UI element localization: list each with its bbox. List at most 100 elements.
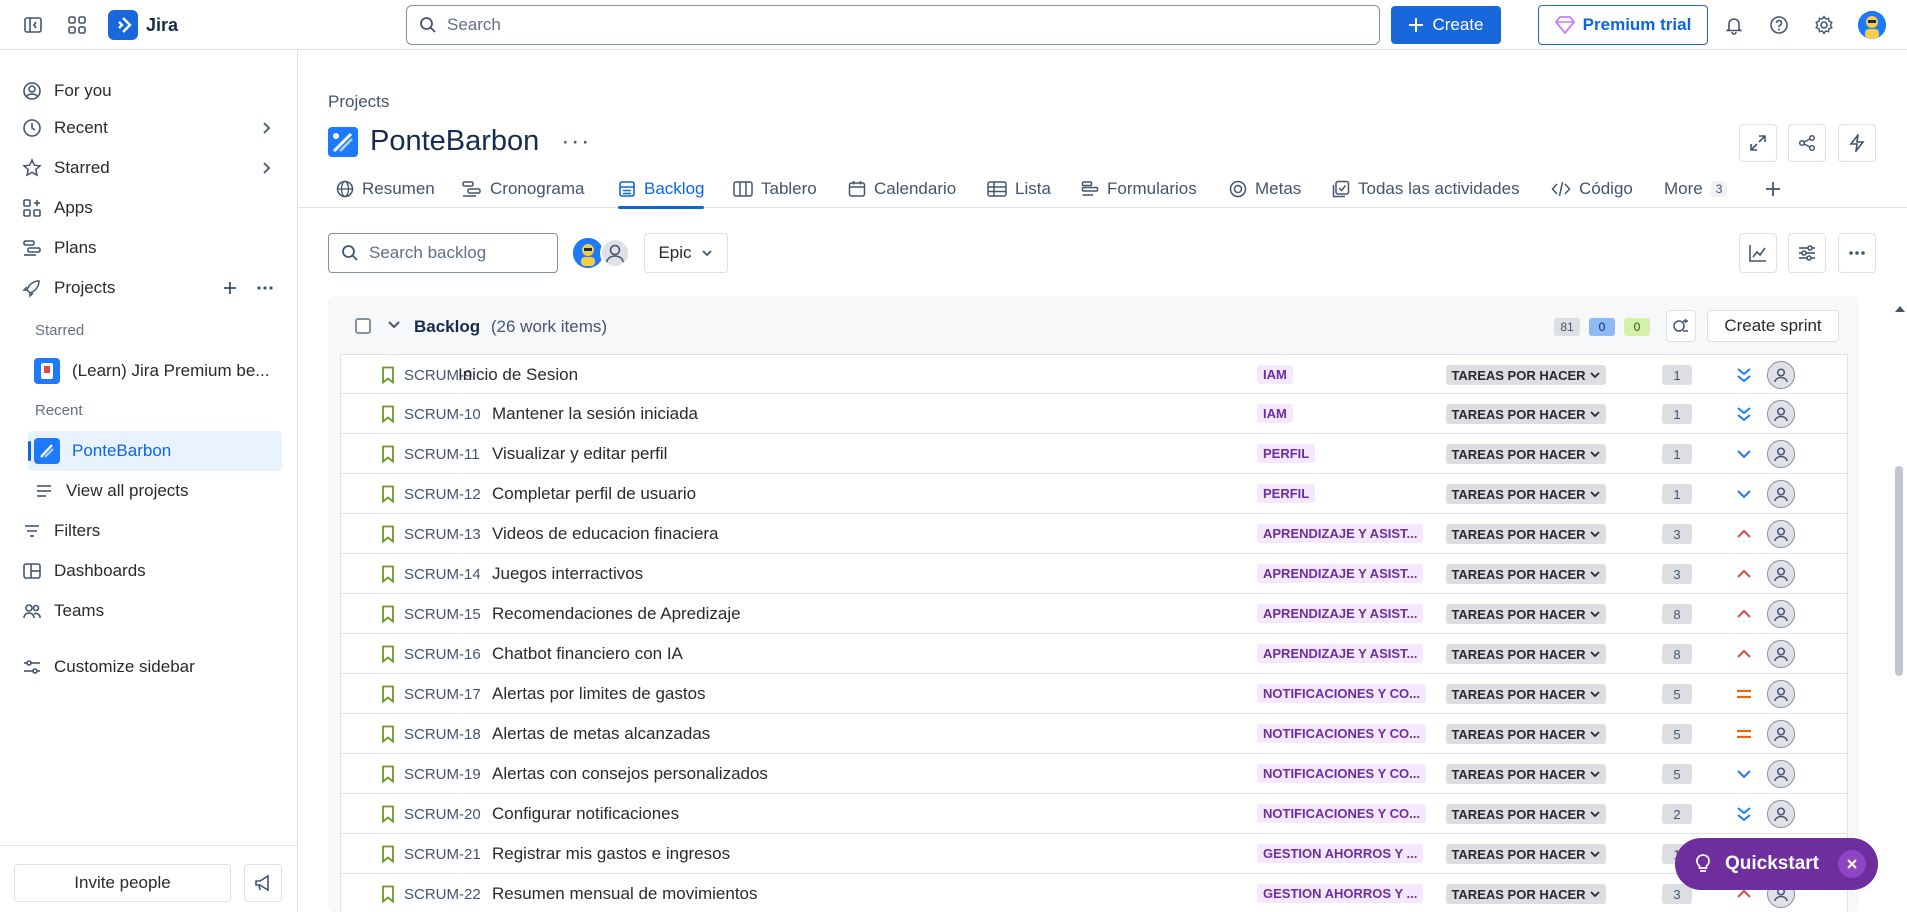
- add-tab-plus-icon[interactable]: [1764, 170, 1782, 208]
- unassigned-avatar-icon[interactable]: [1767, 480, 1795, 508]
- status-dropdown[interactable]: TAREAS POR HACER: [1446, 764, 1606, 784]
- story-points-badge[interactable]: 5: [1662, 684, 1692, 704]
- sidebar-item-for-you[interactable]: For you: [16, 71, 282, 111]
- chevron-down-icon[interactable]: [386, 316, 402, 332]
- status-dropdown[interactable]: TAREAS POR HACER: [1446, 804, 1606, 824]
- issue-key[interactable]: SCRUM-12: [404, 486, 481, 503]
- issue-summary[interactable]: Videos de educacion finaciera: [492, 524, 719, 544]
- story-points-badge[interactable]: 1: [1662, 484, 1692, 504]
- table-row[interactable]: SCRUM-11 Visualizar y editar perfil PERFIL…: [340, 434, 1848, 474]
- epic-filter-dropdown[interactable]: Epic: [644, 233, 728, 273]
- issue-summary[interactable]: Juegos interractivos: [492, 564, 643, 584]
- view-settings-icon[interactable]: [1788, 233, 1826, 273]
- status-dropdown[interactable]: TAREAS POR HACER: [1446, 564, 1606, 584]
- table-row[interactable]: SCRUM-12 Completar perfil de usuario PERFI…: [340, 474, 1848, 514]
- invite-people-button[interactable]: Invite people: [14, 864, 231, 902]
- backlog-search-input[interactable]: Search backlog: [328, 233, 558, 273]
- unassigned-avatar-icon[interactable]: [1767, 600, 1795, 628]
- tab-formularios[interactable]: Formularios: [1081, 170, 1197, 208]
- chevron-right-icon[interactable]: [258, 160, 274, 176]
- table-row[interactable]: SCRUM-13 Videos de educacion finaciera APR…: [340, 514, 1848, 554]
- sidebar-view-all-projects[interactable]: View all projects: [28, 471, 282, 511]
- epic-lozenge[interactable]: NOTIFICACIONES Y CO...: [1257, 804, 1426, 823]
- unassigned-avatar-icon[interactable]: [1767, 680, 1795, 708]
- issue-key[interactable]: SCRUM-15: [404, 606, 481, 623]
- status-dropdown[interactable]: TAREAS POR HACER: [1446, 884, 1606, 904]
- issue-summary[interactable]: Alertas por limites de gastos: [492, 684, 706, 704]
- story-points-badge[interactable]: 2: [1662, 804, 1692, 824]
- avatar-filter-unassigned[interactable]: [600, 238, 630, 268]
- issue-summary[interactable]: Recomendaciones de Apredizaje: [492, 604, 741, 624]
- notifications-bell-icon[interactable]: [1721, 12, 1747, 38]
- issue-key[interactable]: SCRUM-19: [404, 766, 481, 783]
- unassigned-avatar-icon[interactable]: [1767, 720, 1795, 748]
- tab-tablero[interactable]: Tablero: [733, 170, 817, 208]
- table-row[interactable]: SCRUM-19 Alertas con consejos personaliza…: [340, 754, 1848, 794]
- sidebar-item-teams[interactable]: Teams: [16, 591, 282, 631]
- epic-lozenge[interactable]: NOTIFICACIONES Y CO...: [1257, 724, 1426, 743]
- epic-lozenge[interactable]: APRENDIZAJE Y ASIST...: [1257, 564, 1424, 583]
- app-switcher-icon[interactable]: [64, 12, 90, 38]
- issue-summary[interactable]: Mantener la sesión iniciada: [492, 404, 698, 424]
- fullscreen-icon[interactable]: [1739, 124, 1777, 162]
- issue-key[interactable]: SCRUM-18: [404, 726, 481, 743]
- epic-lozenge[interactable]: APRENDIZAJE Y ASIST...: [1257, 524, 1424, 543]
- unassigned-avatar-icon[interactable]: [1767, 640, 1795, 668]
- issue-summary[interactable]: Completar perfil de usuario: [492, 484, 696, 504]
- story-points-badge[interactable]: 1: [1662, 404, 1692, 424]
- share-icon[interactable]: [1788, 124, 1826, 162]
- unassigned-avatar-icon[interactable]: [1767, 560, 1795, 588]
- table-row[interactable]: SCRUM-18 Alertas de metas alcanzadas NOTIF…: [340, 714, 1848, 754]
- tab-backlog[interactable]: Backlog: [618, 170, 705, 209]
- sidebar-recent-project-pontebarbon[interactable]: PonteBarbon: [28, 431, 282, 471]
- issue-summary[interactable]: Alertas con consejos personalizados: [492, 764, 768, 784]
- unassigned-avatar-icon[interactable]: [1767, 520, 1795, 548]
- help-icon[interactable]: [1766, 12, 1792, 38]
- epic-lozenge[interactable]: APRENDIZAJE Y ASIST...: [1257, 644, 1424, 663]
- scrollbar-thumb[interactable]: [1895, 466, 1903, 676]
- quickstart-button[interactable]: Quickstart: [1675, 838, 1878, 890]
- epic-lozenge[interactable]: GESTION AHORROS Y ...: [1257, 884, 1424, 903]
- table-row[interactable]: SCRUM-16 Chatbot financiero con IA APRENDI…: [340, 634, 1848, 674]
- table-row[interactable]: SCRUM-14 Juegos interractivos APRENDIZAJE …: [340, 554, 1848, 594]
- sidebar-item-projects[interactable]: Projects: [16, 268, 282, 308]
- jira-home-link[interactable]: Jira: [108, 10, 178, 40]
- tab-metas[interactable]: Metas: [1229, 170, 1301, 208]
- sidebar-customize[interactable]: Customize sidebar: [16, 647, 282, 687]
- table-row[interactable]: SCRUM-17 Alertas por limites de gastos NOT…: [340, 674, 1848, 714]
- table-row[interactable]: SCRUM-9 Inicio de Sesion IAM TAREAS POR HAC…: [340, 354, 1848, 394]
- issue-summary[interactable]: Configurar notificaciones: [492, 804, 679, 824]
- sidebar-item-apps[interactable]: Apps: [16, 188, 282, 228]
- unassigned-avatar-icon[interactable]: [1767, 760, 1795, 788]
- issue-summary[interactable]: Inicio de Sesion: [458, 365, 578, 385]
- issue-key[interactable]: SCRUM-11: [404, 446, 480, 463]
- epic-lozenge[interactable]: IAM: [1257, 365, 1293, 384]
- status-dropdown[interactable]: TAREAS POR HACER: [1446, 844, 1606, 864]
- story-points-badge[interactable]: 5: [1662, 764, 1692, 784]
- status-dropdown[interactable]: TAREAS POR HACER: [1446, 444, 1606, 464]
- create-button[interactable]: Create: [1391, 6, 1501, 44]
- tab-codigo[interactable]: Código: [1551, 170, 1633, 208]
- story-points-badge[interactable]: 1: [1662, 365, 1692, 385]
- issue-key[interactable]: SCRUM-16: [404, 646, 481, 663]
- sprint-insights-icon[interactable]: [1666, 310, 1696, 342]
- issue-summary[interactable]: Visualizar y editar perfil: [492, 444, 667, 464]
- megaphone-icon[interactable]: [244, 864, 282, 902]
- epic-lozenge[interactable]: PERFIL: [1257, 444, 1316, 463]
- epic-lozenge[interactable]: NOTIFICACIONES Y CO...: [1257, 684, 1426, 703]
- sidebar-item-plans[interactable]: Plans: [16, 228, 282, 268]
- sidebar-item-recent[interactable]: Recent: [16, 108, 282, 148]
- table-row[interactable]: SCRUM-21 Registrar mis gastos e ingresos G…: [340, 834, 1848, 874]
- sidebar-toggle-icon[interactable]: [20, 12, 46, 38]
- issue-key[interactable]: SCRUM-20: [404, 806, 481, 823]
- global-search-input[interactable]: Search: [406, 5, 1380, 45]
- story-points-badge[interactable]: 5: [1662, 724, 1692, 744]
- sidebar-starred-project[interactable]: (Learn) Jira Premium be...: [28, 351, 282, 391]
- tab-todas-las-actividades[interactable]: Todas las actividades: [1332, 170, 1520, 208]
- issue-summary[interactable]: Registrar mis gastos e ingresos: [492, 844, 730, 864]
- epic-lozenge[interactable]: PERFIL: [1257, 484, 1316, 503]
- scrollbar[interactable]: [1893, 296, 1907, 912]
- status-dropdown[interactable]: TAREAS POR HACER: [1446, 484, 1606, 504]
- story-points-badge[interactable]: 3: [1662, 564, 1692, 584]
- insights-chart-icon[interactable]: [1739, 233, 1777, 273]
